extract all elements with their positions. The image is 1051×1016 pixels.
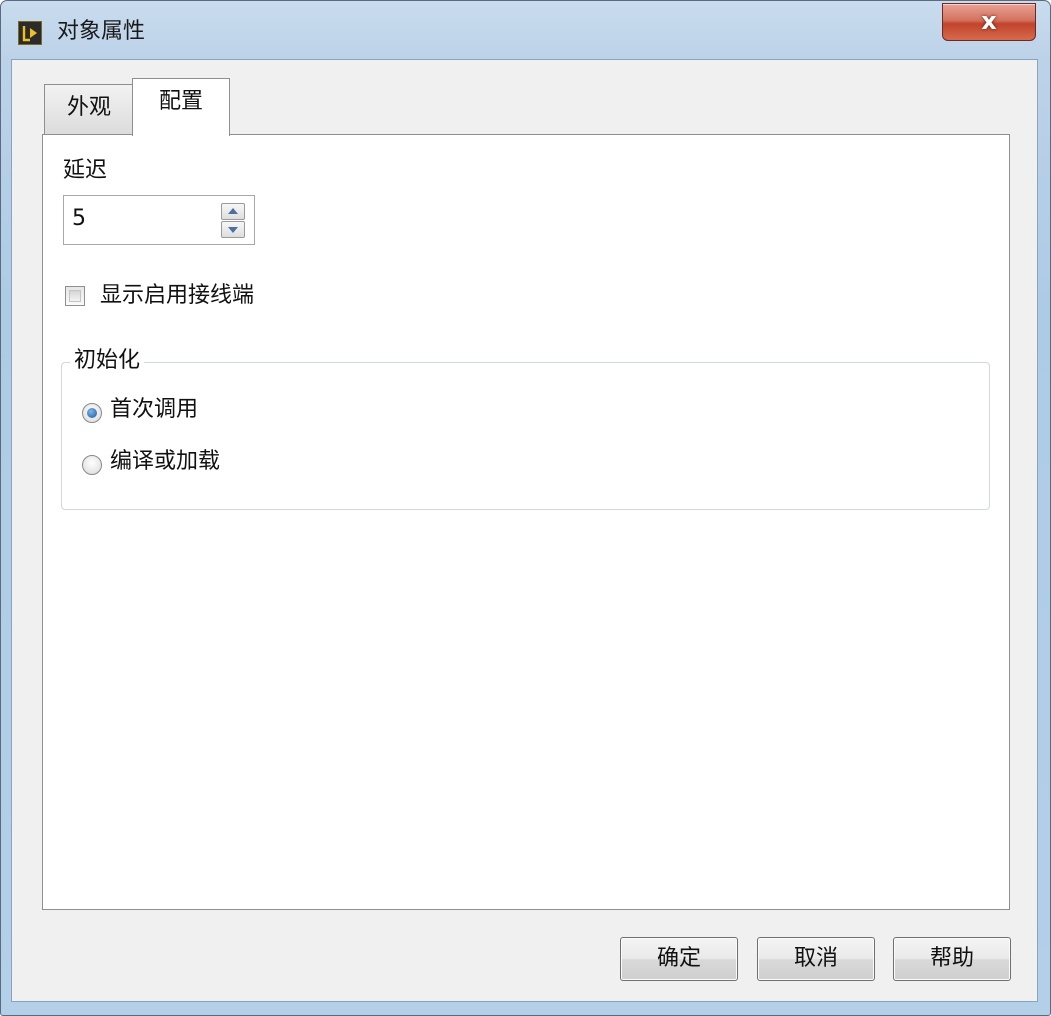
initialization-group-title: 初始化 xyxy=(70,347,145,375)
configuration-panel: 延迟 5 显示启用接线端 初始化 首次调用 编译或加载 xyxy=(42,134,1010,910)
compile-or-load-radio[interactable] xyxy=(82,455,102,475)
triangle-down-icon xyxy=(228,227,238,233)
tab-configuration[interactable]: 配置 xyxy=(132,78,230,136)
object-properties-dialog: 对象属性 x 外观 配置 延迟 5 显示启用接线端 初始化 首次调用 编译或加载… xyxy=(0,0,1051,1016)
triangle-up-icon xyxy=(228,208,238,214)
decrement-button[interactable] xyxy=(221,221,245,238)
delay-numeric-control[interactable]: 5 xyxy=(63,195,255,245)
cancel-button[interactable]: 取消 xyxy=(757,937,875,981)
initialization-group: 初始化 首次调用 编译或加载 xyxy=(61,347,990,510)
ok-button[interactable]: 确定 xyxy=(620,937,738,981)
close-icon: x xyxy=(981,7,997,35)
first-call-label[interactable]: 首次调用 xyxy=(110,396,198,424)
compile-or-load-label[interactable]: 编译或加载 xyxy=(110,448,220,476)
delay-label: 延迟 xyxy=(63,158,108,183)
help-button[interactable]: 帮助 xyxy=(893,937,1011,981)
tab-appearance[interactable]: 外观 xyxy=(44,84,134,134)
dialog-client-area: 外观 配置 延迟 5 显示启用接线端 初始化 首次调用 编译或加载 确定 取消 … xyxy=(11,59,1038,1002)
first-call-radio[interactable] xyxy=(82,403,102,423)
show-enable-terminal-checkbox[interactable] xyxy=(65,286,85,306)
title-bar[interactable]: 对象属性 x xyxy=(1,1,1050,59)
window-title: 对象属性 xyxy=(57,19,146,44)
increment-button[interactable] xyxy=(221,203,245,220)
close-button[interactable]: x xyxy=(942,3,1036,41)
show-enable-terminal-label[interactable]: 显示启用接线端 xyxy=(100,282,254,310)
delay-value[interactable]: 5 xyxy=(72,205,86,233)
labview-app-icon xyxy=(18,21,42,45)
